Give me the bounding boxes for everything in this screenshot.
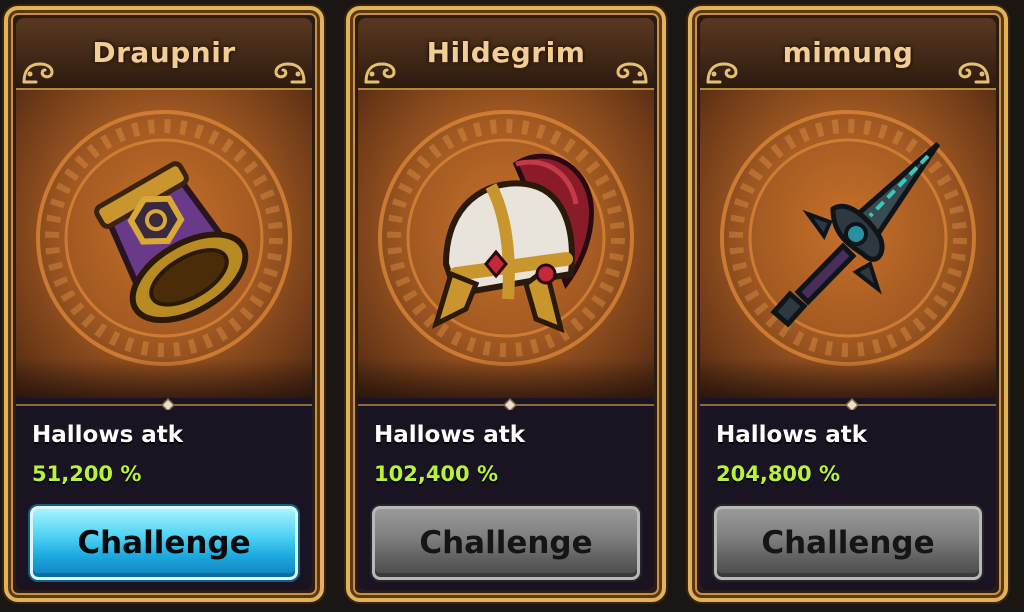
card-draupnir[interactable]: Draupnir Hallows atk 51,200 % Challenge <box>4 6 324 602</box>
card-info: Hallows atk 51,200 % Challenge <box>16 410 312 590</box>
stat-value: 204,800 % <box>716 462 841 486</box>
card-title: Draupnir <box>92 36 236 69</box>
stat-label: Hallows atk <box>32 422 184 448</box>
card-hildegrim[interactable]: Hildegrim Hallows atk 102,400 % Challeng… <box>346 6 666 602</box>
stat-value: 51,200 % <box>32 462 142 486</box>
card-title-bar: Draupnir <box>16 18 312 90</box>
challenge-button[interactable]: Challenge <box>30 506 298 580</box>
card-title-bar: Hildegrim <box>358 18 654 90</box>
helmet-icon <box>431 153 594 334</box>
card-info: Hallows atk 204,800 % Challenge <box>700 410 996 590</box>
ring-icon <box>94 161 249 324</box>
stat-value: 102,400 % <box>374 462 499 486</box>
item-art-area[interactable] <box>700 90 996 398</box>
card-body: Draupnir Hallows atk 51,200 % Challenge <box>16 18 312 590</box>
item-art-area[interactable] <box>358 90 654 398</box>
sword-icon <box>770 142 941 328</box>
challenge-button[interactable]: Challenge <box>714 506 982 580</box>
challenge-button[interactable]: Challenge <box>372 506 640 580</box>
card-title: mimung <box>782 36 914 69</box>
card-title-bar: mimung <box>700 18 996 90</box>
item-art-area[interactable] <box>16 90 312 398</box>
card-title: Hildegrim <box>426 36 586 69</box>
card-mimung[interactable]: mimung Hallows atk 204,800 % Challenge <box>688 6 1008 602</box>
stat-label: Hallows atk <box>716 422 868 448</box>
stat-label: Hallows atk <box>374 422 526 448</box>
card-body: mimung Hallows atk 204,800 % Challenge <box>700 18 996 590</box>
card-info: Hallows atk 102,400 % Challenge <box>358 410 654 590</box>
card-body: Hildegrim Hallows atk 102,400 % Challeng… <box>358 18 654 590</box>
